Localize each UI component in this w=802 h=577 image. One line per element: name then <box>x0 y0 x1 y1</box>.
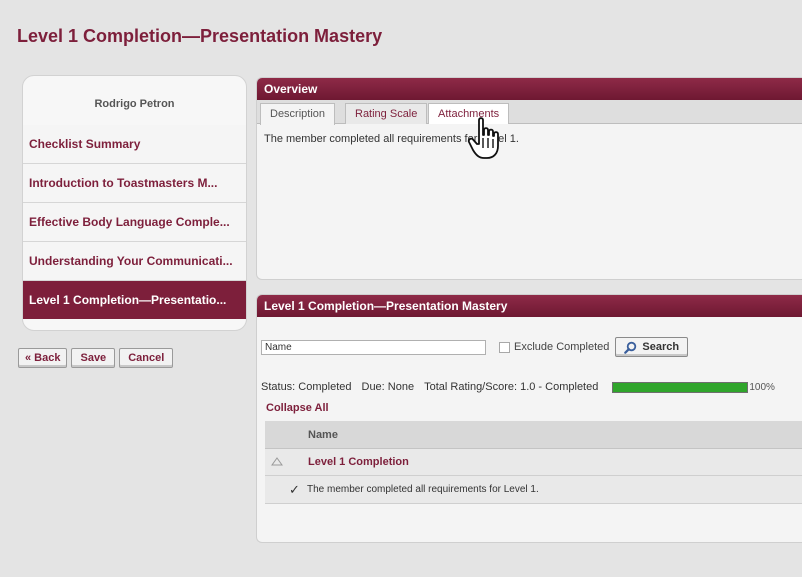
exclude-completed[interactable]: Exclude Completed <box>499 341 609 353</box>
triangle-up-icon[interactable] <box>271 457 283 466</box>
save-button[interactable]: Save <box>71 348 116 368</box>
tab-rating-scale[interactable]: Rating Scale <box>345 103 428 124</box>
cancel-button[interactable]: Cancel <box>119 348 174 368</box>
magnifier-icon <box>624 341 637 354</box>
tab-description[interactable]: Description <box>260 103 336 125</box>
mastery-panel: Level 1 Completion—Presentation Mastery … <box>256 294 802 543</box>
checkmark-icon: ✓ <box>289 482 300 497</box>
name-search-input[interactable] <box>261 339 486 355</box>
group-label: Level 1 Completion <box>308 456 409 468</box>
table-row: ✓ The member completed all requirements … <box>265 476 802 504</box>
sidebar-nav: Checklist Summary Introduction to Toastm… <box>23 125 246 319</box>
table-group-row[interactable]: Level 1 Completion <box>265 449 802 476</box>
status-text: Status: Completed <box>261 381 352 393</box>
sidebar-item-body-language[interactable]: Effective Body Language Comple... <box>23 203 246 242</box>
sidebar-item-level1-completion[interactable]: Level 1 Completion—Presentatio... <box>23 281 246 319</box>
description-text: The member completed all requirements fo… <box>264 133 519 145</box>
mastery-header: Level 1 Completion—Presentation Mastery <box>257 295 802 317</box>
rating-text: Total Rating/Score: 1.0 - Completed <box>424 381 599 393</box>
sidebar-item-communication-style[interactable]: Understanding Your Communicati... <box>23 242 246 281</box>
progress-bar <box>612 381 749 393</box>
action-buttons: « Back Save Cancel <box>18 348 174 368</box>
exclude-completed-label: Exclude Completed <box>514 341 610 353</box>
due-text: Due: None <box>361 381 415 393</box>
progress-fill <box>613 382 748 392</box>
hand-pointer-icon <box>467 117 499 159</box>
sidebar-item-introduction[interactable]: Introduction to Toastmasters M... <box>23 164 246 203</box>
overview-tabs: Description Rating Scale Attachments <box>257 100 802 125</box>
sidebar-item-checklist-summary[interactable]: Checklist Summary <box>23 125 246 164</box>
progress-label: 100% <box>749 381 775 393</box>
sidebar: Rodrigo Petron Checklist Summary Introdu… <box>22 75 247 331</box>
table-header-name: Name <box>265 421 802 449</box>
member-name: Rodrigo Petron <box>94 98 175 110</box>
requirements-table: Name Level 1 Completion ✓ The member com… <box>265 421 802 504</box>
collapse-all-link[interactable]: Collapse All <box>266 402 329 414</box>
back-button[interactable]: « Back <box>18 348 68 368</box>
status-row: Status: Completed Due: None Total Rating… <box>261 381 775 393</box>
exclude-completed-checkbox[interactable] <box>499 341 510 353</box>
search-row: Exclude Completed Search <box>261 337 689 357</box>
overview-header: Overview <box>257 78 802 100</box>
search-button-label: Search <box>642 341 680 353</box>
page-title: Level 1 Completion—Presentation Mastery <box>17 26 383 46</box>
item-label: The member completed all requirements fo… <box>307 484 539 495</box>
overview-panel: Overview Description Rating Scale Attach… <box>256 77 802 280</box>
search-button[interactable]: Search <box>615 337 689 357</box>
